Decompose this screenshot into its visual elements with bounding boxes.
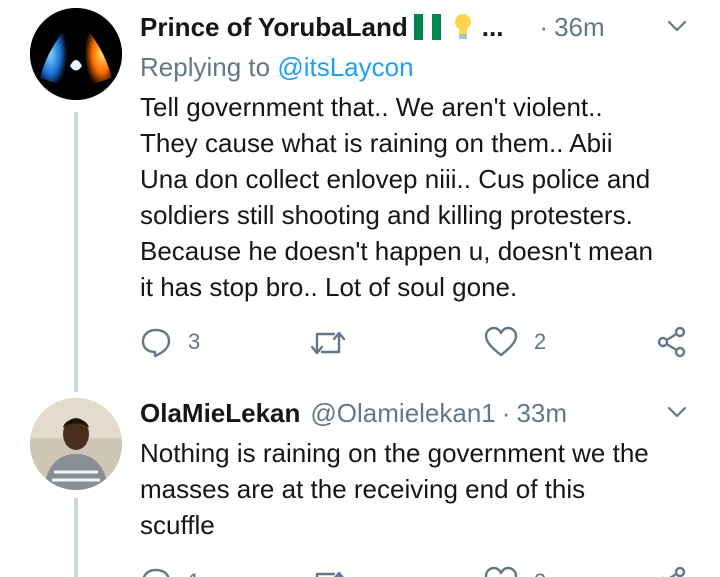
like-icon (484, 566, 518, 577)
reply-button[interactable]: 1 (140, 566, 200, 577)
text-line: Because he doesn't happen u, doesn't mea… (140, 236, 653, 266)
like-button[interactable]: 2 (484, 326, 546, 358)
thread-line (74, 112, 78, 392)
retweet-button[interactable] (310, 328, 346, 358)
like-icon (484, 326, 518, 357)
tweet-header: OlaMieLekan @Olamielekan1 · 33m (140, 397, 568, 429)
retweet-button[interactable] (310, 568, 346, 577)
tweet-header: Prince of YorubaLand ... · 36m (140, 11, 605, 43)
text-line: scuffle (140, 510, 215, 540)
light-bulb-icon (454, 14, 471, 39)
replying-to-label: Replying to (140, 52, 271, 82)
reply-icon (142, 568, 170, 577)
reply-button[interactable]: 3 (140, 326, 200, 358)
chevron-down-icon[interactable] (666, 401, 688, 423)
handle[interactable]: @Olamielekan1 (310, 398, 495, 429)
action-bar: 1 2 (140, 564, 700, 577)
timestamp[interactable]: 36m (554, 12, 605, 43)
share-button[interactable] (656, 566, 688, 577)
retweet-icon (310, 331, 346, 355)
share-button[interactable] (656, 326, 688, 358)
text-line: Una don collect enlovep niii.. Cus polic… (140, 164, 651, 194)
display-name[interactable]: OlaMieLekan (140, 398, 300, 429)
timestamp[interactable]: 33m (516, 398, 567, 429)
text-line: masses are at the receiving end of this (140, 474, 586, 504)
tweet-2[interactable]: OlaMieLekan @Olamielekan1 · 33m Nothing … (0, 392, 720, 577)
tweet-1[interactable]: Prince of YorubaLand ... · 36m Replying … (0, 0, 720, 392)
text-line: Tell government that.. We aren't violent… (140, 92, 603, 122)
like-count: 2 (534, 569, 546, 577)
avatar[interactable] (30, 8, 122, 100)
tweet-text: Nothing is raining on the government we … (140, 435, 700, 543)
like-count: 2 (534, 329, 547, 354)
name-ellipsis: ... (481, 11, 504, 42)
text-line: it has stop bro.. Lot of soul gone. (140, 272, 518, 302)
text-line: Nothing is raining on the government we … (140, 438, 649, 468)
tweet-text: Tell government that.. We aren't violent… (140, 89, 700, 305)
display-name[interactable]: Prince of YorubaLand (140, 12, 408, 43)
replying-to: Replying to @itsLaycon (140, 52, 414, 83)
text-line: soldiers still shooting and killing prot… (140, 200, 633, 230)
nigeria-flag-icon (413, 14, 442, 40)
retweet-icon (315, 571, 344, 577)
reply-count: 1 (188, 569, 200, 577)
thread-line (74, 498, 78, 577)
reply-icon (141, 328, 171, 358)
share-icon (657, 326, 686, 358)
reply-count: 3 (188, 329, 201, 354)
avatar[interactable] (30, 398, 122, 490)
share-icon (661, 566, 686, 577)
text-line: They cause what is raining on them.. Abi… (140, 128, 613, 158)
like-button[interactable]: 2 (484, 566, 546, 577)
chevron-down-icon[interactable] (666, 15, 688, 37)
replying-to-handle[interactable]: @itsLaycon (277, 52, 413, 82)
action-bar: 3 2 (140, 324, 700, 360)
